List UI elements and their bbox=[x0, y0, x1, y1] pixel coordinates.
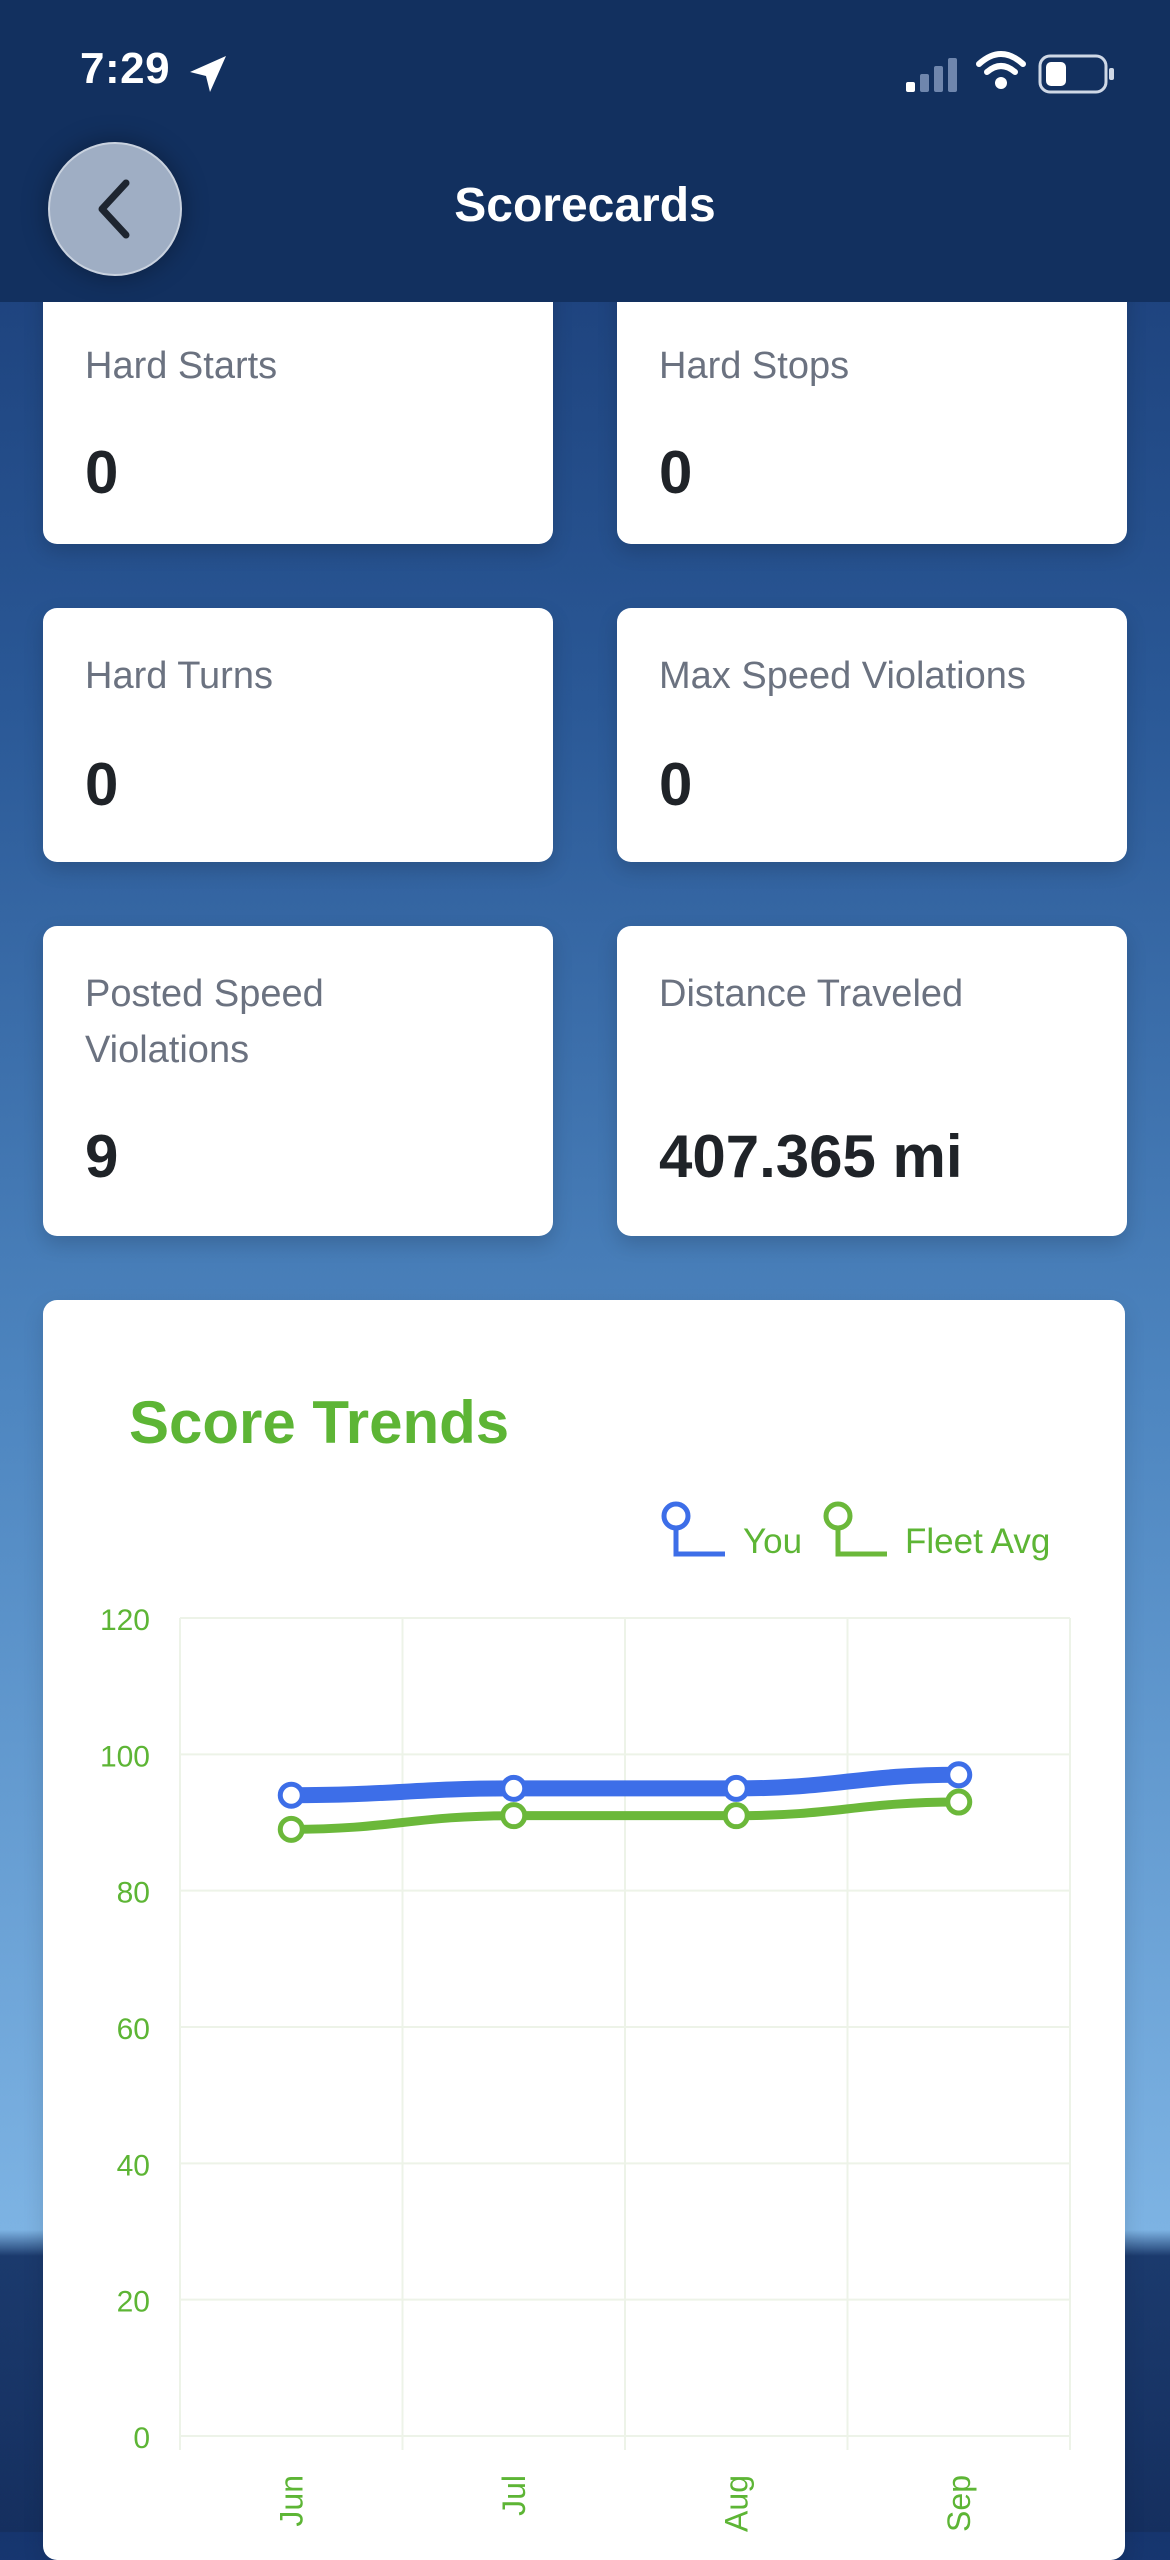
y-tick-label: 60 bbox=[117, 2013, 150, 2046]
battery-icon bbox=[1038, 54, 1114, 94]
location-arrow-icon bbox=[190, 56, 226, 92]
metric-value: 407.365 mi bbox=[659, 1123, 963, 1190]
wifi-icon bbox=[976, 51, 1026, 89]
data-point-fleet-avg bbox=[277, 1815, 305, 1843]
x-tick-label: Jul bbox=[496, 2475, 532, 2516]
y-tick-label: 20 bbox=[117, 2286, 150, 2319]
legend-line bbox=[835, 1528, 887, 1557]
metric-label: Hard Stops bbox=[659, 345, 850, 387]
data-point-you bbox=[500, 1774, 528, 1802]
cellular-signal-icon bbox=[906, 58, 957, 92]
metric-value: 0 bbox=[659, 439, 693, 506]
legend-marker bbox=[661, 1501, 691, 1531]
data-point-fleet-avg bbox=[500, 1802, 528, 1830]
legend-label: You bbox=[743, 1522, 802, 1561]
y-tick-label: 120 bbox=[100, 1604, 150, 1637]
page-title: Scorecards bbox=[454, 179, 716, 232]
metric-value: 9 bbox=[85, 1123, 119, 1190]
y-tick-label: 40 bbox=[117, 2149, 150, 2182]
data-point-fleet-avg bbox=[722, 1802, 750, 1830]
metric-value: 0 bbox=[659, 751, 693, 818]
x-tick-label: Sep bbox=[941, 2475, 977, 2532]
data-point-you bbox=[722, 1774, 750, 1802]
data-point-you bbox=[945, 1761, 973, 1789]
score-trends-chart: 0 20 40 60 80 100 120 Jun Jul Aug Sep You Fleet Avg bbox=[100, 1501, 1071, 2532]
metric-value: 0 bbox=[85, 439, 119, 506]
metric-card-hard-turns: Hard Turns 0 bbox=[43, 608, 553, 862]
status-bar: 7:29 bbox=[0, 0, 1170, 150]
data-point-you bbox=[277, 1781, 305, 1809]
y-tick-label: 0 bbox=[133, 2422, 150, 2455]
metric-label: Posted Speed Violations bbox=[85, 973, 324, 1071]
x-tick-label: Aug bbox=[718, 2475, 754, 2532]
metric-value: 0 bbox=[85, 751, 119, 818]
x-tick-label: Jun bbox=[273, 2475, 309, 2527]
y-tick-label: 80 bbox=[117, 1877, 150, 1910]
legend-marker bbox=[823, 1501, 853, 1531]
metric-card-max-speed-violations: Max Speed Violations 0 bbox=[617, 608, 1127, 862]
metric-card-distance-traveled: Distance Traveled 407.365 mi bbox=[617, 926, 1127, 1236]
legend-line bbox=[673, 1528, 725, 1557]
status-time: 7:29 bbox=[80, 44, 171, 93]
score-trends-card: Score Trends 0 20 40 60 80 100 120 Jun Jul Aug Sep… bbox=[43, 1300, 1125, 2560]
metric-label: Max Speed Violations bbox=[659, 655, 1026, 697]
metric-card-posted-speed-violations: Posted Speed Violations 9 bbox=[43, 926, 553, 1236]
metric-label: Distance Traveled bbox=[659, 973, 964, 1015]
data-point-fleet-avg bbox=[945, 1788, 973, 1816]
y-tick-label: 100 bbox=[100, 1740, 150, 1773]
metric-label: Hard Starts bbox=[85, 345, 278, 387]
legend-label: Fleet Avg bbox=[905, 1522, 1050, 1561]
metric-label: Hard Turns bbox=[85, 655, 273, 697]
